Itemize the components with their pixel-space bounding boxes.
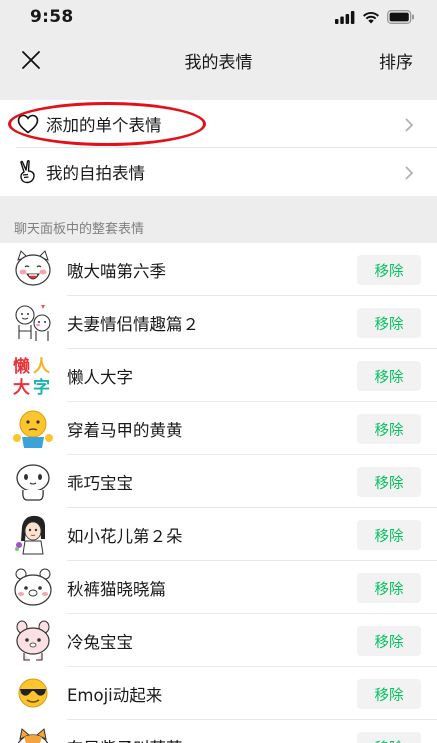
pack-name: 夫妻情侣情趣篇２ — [67, 314, 199, 334]
section-header: 聊天面板中的整套表情 — [14, 222, 145, 237]
remove-button[interactable]: 移除 — [357, 308, 421, 338]
list-item: 东凤紫子叫萌萌 移除 — [0, 720, 437, 743]
battery-icon — [387, 10, 414, 24]
pack-name: 冷兔宝宝 — [67, 632, 133, 652]
cold-rabbit-sticker-thumb — [16, 620, 50, 661]
pack-name: 穿着马甲的黄黄 — [67, 420, 183, 440]
pants-cat-sticker-thumb — [14, 568, 52, 606]
orange-cat-sticker-thumb — [17, 728, 49, 743]
sunglasses-emoji-sticker-thumb — [18, 678, 48, 708]
list-item: 懒 人 大 字 懒人大字 移除 — [0, 349, 437, 402]
svg-text:字: 字 — [33, 377, 50, 396]
sort-button[interactable]: 排序 — [379, 48, 413, 73]
svg-text:懒: 懒 — [13, 356, 30, 377]
list-item: 夫妻情侣情趣篇２ 移除 — [0, 296, 437, 349]
my-selfie-stickers-row[interactable]: 我的自拍表情 — [0, 148, 437, 196]
status-time: 9:58 — [30, 7, 74, 27]
remove-button[interactable]: 移除 — [357, 467, 421, 497]
remove-button[interactable]: 移除 — [357, 732, 421, 743]
remove-button[interactable]: 移除 — [357, 520, 421, 550]
remove-button[interactable]: 移除 — [357, 255, 421, 285]
little-flower-sticker-thumb — [15, 515, 46, 555]
sticker-pack-list: 嗷大喵第六季 移除 夫妻情侣情趣篇２ 移除 懒 人 大 字 懒人大字 移除 穿着… — [0, 243, 437, 743]
lazy-big-text-sticker-thumb: 懒 人 大 字 — [13, 356, 51, 396]
remove-button[interactable]: 移除 — [357, 573, 421, 603]
pack-name: 如小花儿第２朵 — [67, 526, 183, 546]
pack-name: 东凤紫子叫萌萌 — [67, 735, 183, 743]
pack-name: 秋裤猫晓晓篇 — [67, 579, 166, 599]
page-title: 我的表情 — [184, 52, 253, 73]
close-icon[interactable] — [18, 47, 44, 73]
svg-text:大: 大 — [13, 377, 30, 396]
svg-text:人: 人 — [33, 357, 51, 377]
remove-button[interactable]: 移除 — [357, 414, 421, 444]
nav-bar: 我的表情 排序 — [0, 34, 437, 86]
yellow-face-vest-sticker-thumb — [13, 410, 53, 448]
cat-sticker-thumb — [15, 250, 51, 286]
good-baby-sticker-thumb — [16, 464, 50, 501]
couple-sticker-thumb — [15, 305, 51, 341]
status-icons — [335, 10, 415, 24]
pack-name: 嗷大喵第六季 — [67, 261, 166, 281]
remove-button[interactable]: 移除 — [357, 626, 421, 656]
list-item: 如小花儿第２朵 移除 — [0, 508, 437, 561]
list-item: 冷兔宝宝 移除 — [0, 614, 437, 667]
highlight-ellipse — [8, 102, 206, 146]
pack-name: 懒人大字 — [67, 367, 133, 387]
status-bar: 9:58 — [0, 0, 437, 34]
wifi-icon — [363, 11, 379, 23]
pack-name: Emoji动起来 — [67, 685, 163, 705]
chevron-right-icon — [405, 166, 414, 180]
list-item: 穿着马甲的黄黄 移除 — [0, 402, 437, 455]
remove-button[interactable]: 移除 — [357, 361, 421, 391]
chevron-right-icon — [405, 118, 414, 132]
list-item: 秋裤猫晓晓篇 移除 — [0, 561, 437, 614]
peace-hand-icon — [16, 160, 40, 184]
signal-icon — [335, 10, 355, 24]
list-item: 嗷大喵第六季 移除 — [0, 243, 437, 296]
my-selfie-stickers-label: 我的自拍表情 — [46, 164, 145, 183]
list-item: 乖巧宝宝 移除 — [0, 455, 437, 508]
remove-button[interactable]: 移除 — [357, 679, 421, 709]
list-item: Emoji动起来 移除 — [0, 667, 437, 720]
pack-name: 乖巧宝宝 — [67, 473, 133, 493]
